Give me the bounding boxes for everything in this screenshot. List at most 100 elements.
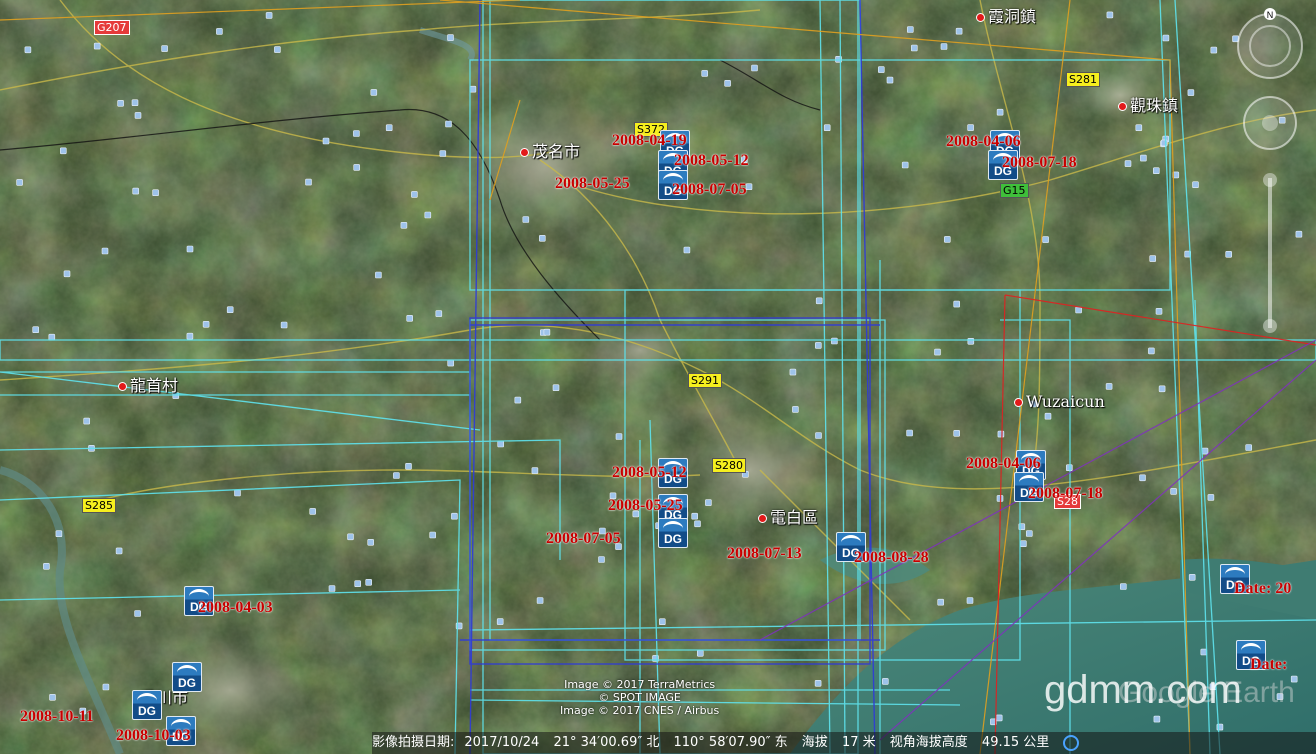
poi-marker-icon[interactable] bbox=[1170, 488, 1177, 495]
poi-marker-icon[interactable] bbox=[531, 467, 539, 474]
poi-marker-icon[interactable] bbox=[405, 462, 412, 470]
poi-marker-icon[interactable] bbox=[1172, 171, 1180, 179]
poi-marker-icon[interactable] bbox=[274, 46, 281, 53]
imagery-date-label[interactable]: 2008-05-25 bbox=[608, 497, 683, 515]
poi-marker-icon[interactable] bbox=[186, 245, 194, 253]
poi-marker-icon[interactable] bbox=[543, 328, 551, 336]
poi-marker-icon[interactable] bbox=[937, 598, 945, 606]
poi-marker-icon[interactable] bbox=[497, 440, 505, 448]
poi-marker-icon[interactable] bbox=[280, 321, 288, 329]
imagery-date-label[interactable]: 2008-10-03 bbox=[116, 727, 191, 745]
poi-marker-icon[interactable] bbox=[48, 333, 56, 341]
poi-marker-icon[interactable] bbox=[16, 179, 23, 186]
poi-marker-icon[interactable] bbox=[305, 178, 312, 186]
poi-marker-icon[interactable] bbox=[724, 80, 731, 87]
zoom-slider[interactable] bbox=[1263, 173, 1277, 333]
poi-marker-icon[interactable] bbox=[990, 718, 997, 726]
poi-marker-icon[interactable] bbox=[132, 187, 139, 195]
poi-marker-icon[interactable] bbox=[996, 495, 1004, 502]
poi-marker-icon[interactable] bbox=[134, 112, 142, 119]
poi-marker-icon[interactable] bbox=[216, 28, 223, 35]
poi-marker-icon[interactable] bbox=[877, 66, 885, 73]
poi-marker-icon[interactable] bbox=[226, 306, 234, 314]
poi-marker-icon[interactable] bbox=[792, 406, 799, 413]
poi-marker-icon[interactable] bbox=[496, 618, 504, 625]
poi-marker-icon[interactable] bbox=[997, 430, 1005, 438]
imagery-date-label[interactable]: 2008-05-12 bbox=[612, 464, 687, 482]
poi-marker-icon[interactable] bbox=[789, 368, 797, 376]
poi-marker-icon[interactable] bbox=[966, 597, 974, 604]
poi-marker-icon[interactable] bbox=[1153, 715, 1161, 723]
poi-marker-icon[interactable] bbox=[411, 191, 418, 198]
poi-marker-icon[interactable] bbox=[161, 45, 168, 52]
poi-marker-icon[interactable] bbox=[955, 27, 963, 35]
poi-marker-icon[interactable] bbox=[1192, 181, 1199, 188]
poi-marker-icon[interactable] bbox=[370, 89, 378, 96]
poi-marker-icon[interactable] bbox=[831, 337, 838, 345]
poi-marker-icon[interactable] bbox=[439, 150, 447, 157]
poi-marker-icon[interactable] bbox=[814, 342, 822, 349]
poi-marker-icon[interactable] bbox=[1207, 494, 1215, 501]
poi-marker-icon[interactable] bbox=[1106, 11, 1114, 19]
poi-marker-icon[interactable] bbox=[93, 42, 101, 50]
poi-marker-icon[interactable] bbox=[536, 597, 544, 604]
poi-marker-icon[interactable] bbox=[400, 222, 408, 229]
poi-marker-icon[interactable] bbox=[815, 432, 822, 439]
poi-marker-icon[interactable] bbox=[953, 300, 961, 308]
imagery-date-label[interactable]: 2008-05-25 bbox=[555, 175, 630, 193]
poi-marker-icon[interactable] bbox=[658, 618, 666, 626]
poi-marker-icon[interactable] bbox=[1075, 306, 1082, 314]
poi-marker-icon[interactable] bbox=[815, 297, 823, 305]
dg-placemark-icon[interactable]: DG bbox=[132, 690, 162, 720]
poi-marker-icon[interactable] bbox=[322, 137, 330, 145]
poi-marker-icon[interactable] bbox=[598, 556, 605, 563]
poi-marker-icon[interactable] bbox=[202, 320, 210, 328]
poi-marker-icon[interactable] bbox=[701, 70, 709, 77]
dg-placemark-icon[interactable]: DG bbox=[658, 518, 688, 548]
poi-marker-icon[interactable] bbox=[469, 85, 477, 93]
imagery-date-label[interactable]: 2008-08-28 bbox=[854, 549, 929, 567]
poi-marker-icon[interactable] bbox=[1200, 648, 1208, 656]
imagery-date-label[interactable]: 2008-07-05 bbox=[546, 530, 621, 548]
poi-marker-icon[interactable] bbox=[455, 622, 463, 630]
poi-marker-icon[interactable] bbox=[694, 520, 701, 528]
dg-placemark-icon[interactable]: DG bbox=[172, 662, 202, 692]
poi-marker-icon[interactable] bbox=[393, 472, 400, 479]
poi-marker-icon[interactable] bbox=[683, 246, 691, 254]
poi-marker-icon[interactable] bbox=[538, 235, 546, 242]
poi-marker-icon[interactable] bbox=[967, 337, 975, 345]
poi-marker-icon[interactable] bbox=[1210, 46, 1218, 54]
poi-marker-icon[interactable] bbox=[1201, 447, 1209, 455]
poi-marker-icon[interactable] bbox=[186, 332, 194, 340]
poi-marker-icon[interactable] bbox=[1140, 154, 1147, 162]
poi-marker-icon[interactable] bbox=[940, 43, 948, 50]
poi-marker-icon[interactable] bbox=[835, 55, 842, 63]
imagery-date-label[interactable]: 2008-04-06 bbox=[966, 455, 1041, 473]
imagery-date-label[interactable]: 2008-07-18 bbox=[1002, 154, 1077, 172]
navigation-controls[interactable]: N bbox=[1232, 8, 1308, 348]
poi-marker-icon[interactable] bbox=[131, 99, 139, 106]
poi-marker-icon[interactable] bbox=[652, 655, 659, 662]
poi-marker-icon[interactable] bbox=[24, 46, 32, 54]
imagery-date-label[interactable]: 2008-05-12 bbox=[674, 152, 749, 170]
poi-marker-icon[interactable] bbox=[385, 124, 393, 131]
poi-marker-icon[interactable] bbox=[445, 120, 452, 128]
poi-marker-icon[interactable] bbox=[823, 124, 831, 131]
poi-marker-icon[interactable] bbox=[1120, 583, 1127, 590]
imagery-date-label[interactable]: 2008-07-05 bbox=[672, 181, 747, 199]
poi-marker-icon[interactable] bbox=[1139, 474, 1146, 482]
poi-marker-icon[interactable] bbox=[1105, 383, 1113, 390]
poi-marker-icon[interactable] bbox=[102, 683, 110, 691]
poi-marker-icon[interactable] bbox=[814, 679, 822, 687]
poi-marker-icon[interactable] bbox=[115, 547, 123, 555]
poi-marker-icon[interactable] bbox=[375, 271, 382, 279]
poi-marker-icon[interactable] bbox=[1245, 444, 1252, 451]
poi-marker-icon[interactable] bbox=[429, 531, 437, 539]
imagery-date-label[interactable]: 2008-07-13 bbox=[727, 545, 802, 563]
poi-marker-icon[interactable] bbox=[1124, 160, 1132, 167]
poi-marker-icon[interactable] bbox=[1184, 250, 1191, 258]
poi-marker-icon[interactable] bbox=[43, 562, 50, 570]
poi-marker-icon[interactable] bbox=[424, 211, 432, 219]
imagery-date-label[interactable]: 2008-04-03 bbox=[198, 599, 273, 617]
imagery-date-label[interactable]: 2008-10-11 bbox=[20, 708, 94, 726]
